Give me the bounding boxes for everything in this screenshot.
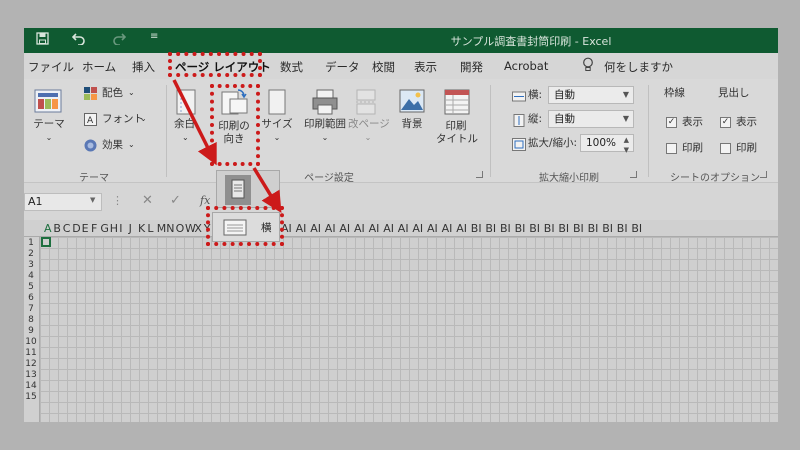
arrow-orientation-to-landscape <box>252 167 282 213</box>
excel-window: ≡ サンプル調査書封筒印刷 - Excel ファイル ホーム 挿入 ページ レイ… <box>24 28 778 422</box>
arrow-tab-to-orientation <box>172 79 217 166</box>
annotation-arrows <box>172 79 282 213</box>
